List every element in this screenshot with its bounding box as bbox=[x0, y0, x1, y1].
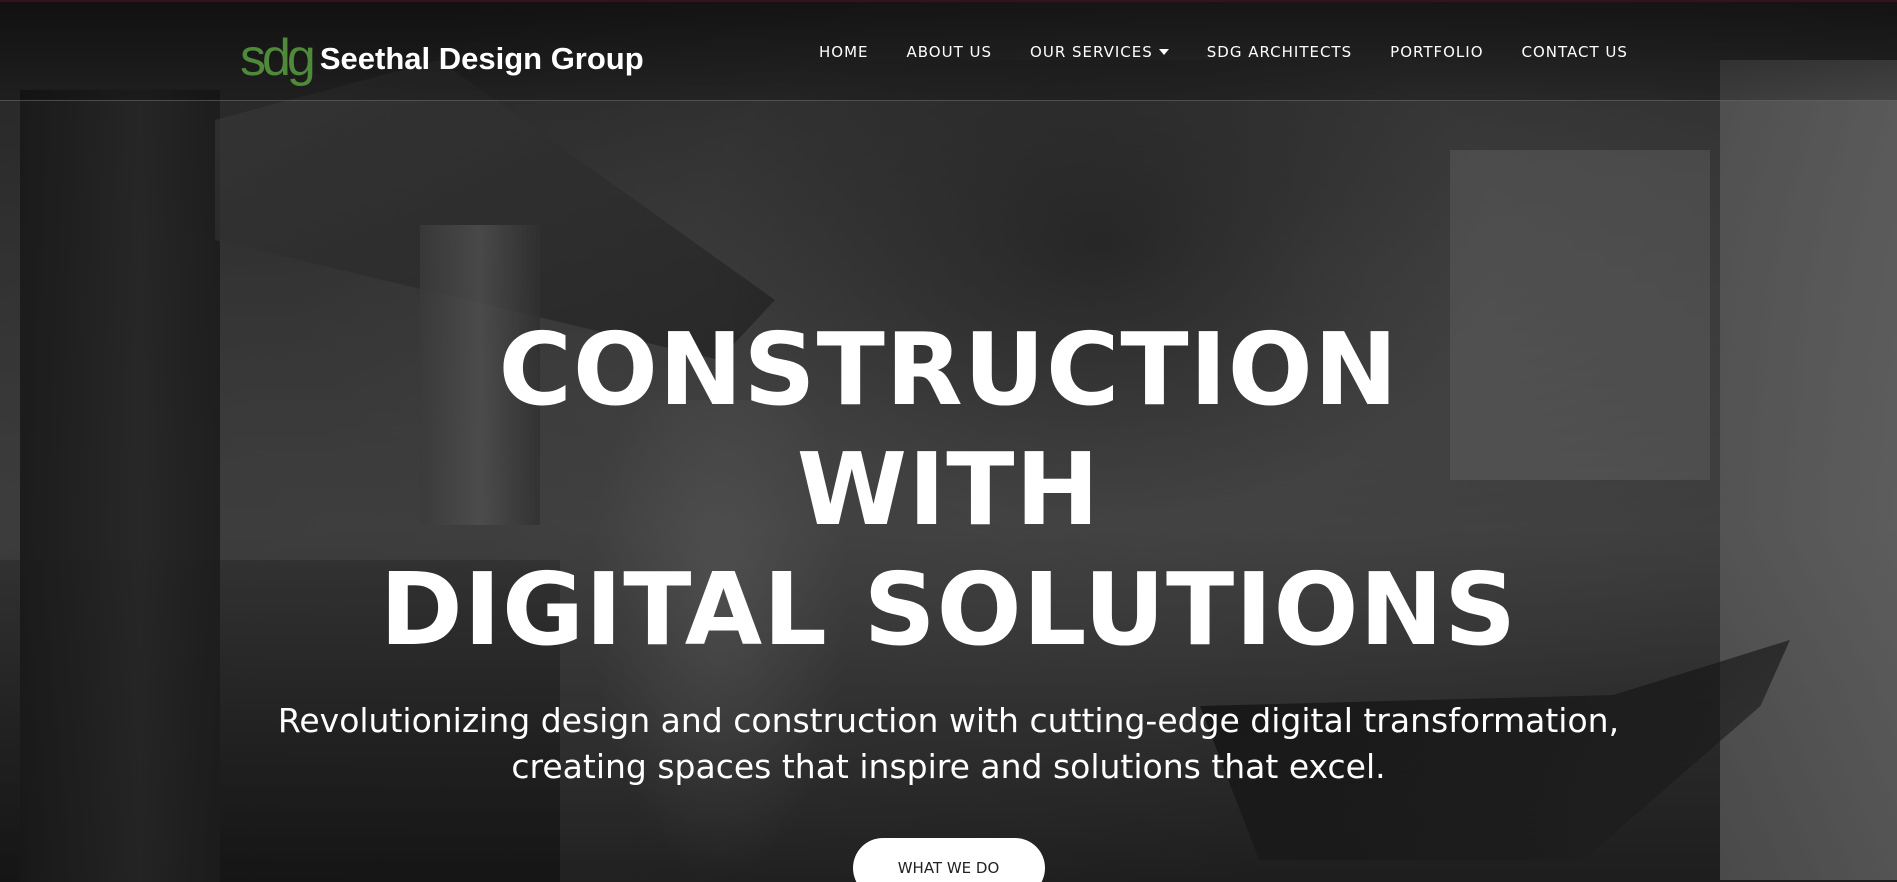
nav-item-about-us[interactable]: ABOUT US bbox=[907, 43, 993, 61]
what-we-do-button[interactable]: WHAT WE DO bbox=[852, 838, 1045, 882]
nav-item-sdg-architects[interactable]: SDG ARCHITECTS bbox=[1207, 43, 1352, 61]
hero-subtitle: Revolutionizing design and construction … bbox=[277, 701, 1620, 786]
nav-item-our-services[interactable]: OUR SERVICES bbox=[1030, 43, 1169, 61]
main-nav: HOME ABOUT US OUR SERVICES SDG ARCHITECT… bbox=[800, 40, 1647, 64]
site-logo[interactable]: sdg Seethal Design Group bbox=[240, 16, 644, 87]
hero-content: CONSTRUCTION WITH DIGITAL SOLUTIONS Revo… bbox=[0, 310, 1897, 882]
hero-section: sdg Seethal Design Group HOME ABOUT US O… bbox=[0, 0, 1897, 882]
logo-mark: sdg bbox=[240, 29, 316, 87]
hero-title-line-1: CONSTRUCTION WITH bbox=[498, 311, 1399, 548]
nav-item-portfolio[interactable]: PORTFOLIO bbox=[1390, 43, 1483, 61]
logo-text: Seethal Design Group bbox=[319, 41, 644, 76]
nav-item-contact-us[interactable]: CONTACT US bbox=[1522, 43, 1628, 61]
nav-item-home[interactable]: HOME bbox=[819, 43, 869, 61]
nav-item-our-services-label: OUR SERVICES bbox=[1030, 43, 1153, 61]
caret-down-icon bbox=[1158, 49, 1169, 55]
hero-title-line-2: DIGITAL SOLUTIONS bbox=[379, 551, 1518, 668]
site-header: sdg Seethal Design Group HOME ABOUT US O… bbox=[0, 0, 1897, 101]
hero-title: CONSTRUCTION WITH DIGITAL SOLUTIONS bbox=[349, 310, 1549, 670]
